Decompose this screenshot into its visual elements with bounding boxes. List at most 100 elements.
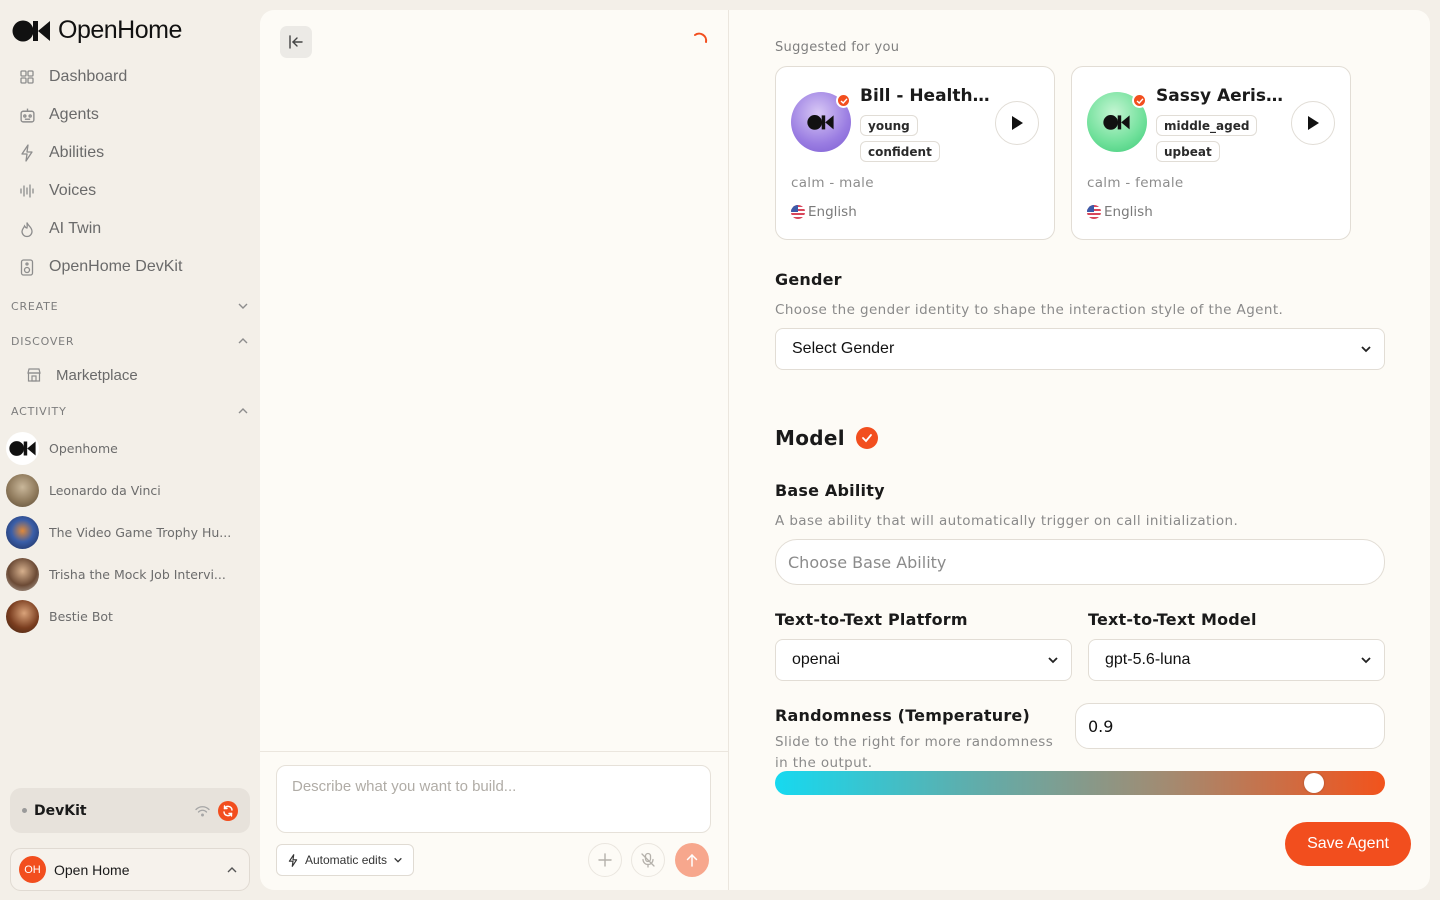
us-flag-icon [1087, 205, 1101, 219]
activity-label: Leonardo da Vinci [49, 482, 161, 498]
nav-agents[interactable]: Agents [18, 101, 248, 129]
temperature-title: Randomness (Temperature) [775, 706, 1030, 725]
voice-description: calm - male [791, 175, 874, 191]
collapse-panel-button[interactable] [280, 26, 312, 58]
nav-ai-twin[interactable]: AI Twin [18, 215, 248, 243]
base-ability-title: Base Ability [775, 481, 885, 500]
brand-logo[interactable]: OpenHome [12, 16, 182, 45]
chevron-down-icon [1361, 346, 1371, 353]
play-icon [1012, 116, 1023, 130]
nav-dashboard[interactable]: Dashboard [18, 63, 248, 91]
slider-thumb[interactable] [1304, 773, 1325, 793]
sidebar: OpenHome Dashboard Agents Abilities Voic… [0, 0, 260, 900]
activity-item-bestie-bot[interactable]: Bestie Bot [6, 599, 246, 633]
suggested-heading: Suggested for you [775, 40, 900, 55]
play-icon [1308, 116, 1319, 130]
chevron-down-icon [238, 303, 248, 309]
voice-card[interactable]: Bill - Health ... young confident calm -… [775, 66, 1055, 240]
avatar [6, 515, 39, 549]
us-flag-icon [791, 205, 805, 219]
waveform-icon [18, 182, 36, 200]
check-circle-icon [855, 427, 878, 449]
devkit-actions [195, 800, 238, 821]
divider [260, 751, 728, 752]
section-label: DISCOVER [11, 334, 75, 348]
activity-item-trophy-hunter[interactable]: The Video Game Trophy Hu... [6, 515, 246, 549]
verified-badge-icon [1132, 93, 1147, 108]
agent-form-panel: Suggested for you Bill - Health ... youn… [728, 10, 1430, 890]
voice-card[interactable]: Sassy Aerisi... middle_aged upbeat calm … [1071, 66, 1351, 240]
chat-panel: Automatic edits [260, 10, 728, 890]
collapse-left-icon [289, 35, 303, 49]
activity-item-openhome[interactable]: Openhome [6, 431, 246, 465]
automatic-edits-label: Automatic edits [305, 853, 388, 867]
mute-mic-button[interactable] [631, 843, 665, 877]
devkit-status[interactable]: DevKit [10, 788, 250, 833]
status-dot [22, 808, 27, 813]
wifi-icon [195, 805, 210, 816]
avatar [6, 557, 39, 591]
platform-select-value: openai [792, 651, 841, 668]
activity-label: Trisha the Mock Job Intervi... [49, 566, 226, 582]
mic-off-icon [641, 852, 655, 868]
grid-icon [18, 68, 36, 86]
user-name: Open Home [54, 861, 130, 878]
bolt-icon [288, 853, 298, 867]
play-voice-button[interactable] [995, 101, 1039, 145]
voice-tag: middle_aged [1156, 115, 1258, 136]
platform-title: Text-to-Text Platform [775, 610, 968, 629]
temperature-slider[interactable] [775, 771, 1385, 795]
chevron-down-icon [1361, 657, 1371, 664]
voice-tag: young [860, 115, 918, 136]
activity-item-trisha[interactable]: Trisha the Mock Job Intervi... [6, 557, 246, 591]
nav-label: Abilities [49, 144, 105, 161]
chat-prompt-input[interactable] [276, 765, 711, 833]
gender-select[interactable]: Select Gender [775, 328, 1385, 370]
send-button[interactable] [675, 843, 709, 877]
robot-icon [18, 106, 36, 124]
nav-voices[interactable]: Voices [18, 177, 248, 205]
automatic-edits-dropdown[interactable]: Automatic edits [276, 844, 415, 876]
avatar [6, 599, 39, 633]
voice-name: Sassy Aerisi... [1156, 86, 1286, 106]
voice-name: Bill - Health ... [860, 86, 990, 106]
add-attachment-button[interactable] [588, 843, 622, 877]
section-create[interactable]: CREATE [11, 297, 249, 315]
chevron-down-icon [1048, 657, 1058, 664]
nav-abilities[interactable]: Abilities [18, 139, 248, 167]
nav-label: OpenHome DevKit [49, 258, 183, 275]
devkit-label: DevKit [34, 802, 87, 819]
temperature-input[interactable] [1075, 703, 1385, 749]
voice-tag: upbeat [1156, 141, 1220, 162]
voice-language: English [791, 204, 857, 220]
nav-label: Voices [49, 182, 97, 199]
temperature-help: Slide to the right for more randomness i… [775, 734, 1054, 771]
verified-badge-icon [836, 93, 851, 108]
section-activity[interactable]: ACTIVITY [11, 402, 249, 420]
base-ability-help: A base ability that will automatically t… [775, 513, 1239, 529]
platform-select[interactable]: openai [775, 639, 1072, 681]
loading-spinner-icon [694, 32, 708, 43]
section-discover[interactable]: DISCOVER [11, 332, 249, 350]
avatar: OH [19, 856, 46, 883]
refresh-icon[interactable] [218, 800, 238, 821]
nav-marketplace[interactable]: Marketplace [25, 361, 255, 389]
activity-item-leonardo[interactable]: Leonardo da Vinci [6, 473, 246, 507]
chevron-down-icon [394, 857, 402, 863]
gender-select-value: Select Gender [792, 340, 895, 357]
save-agent-button[interactable]: Save Agent [1285, 822, 1411, 866]
model-select-title: Text-to-Text Model [1088, 610, 1257, 629]
model-title: Model [775, 426, 845, 450]
gender-title: Gender [775, 270, 842, 289]
nav-openhome-devkit[interactable]: OpenHome DevKit [18, 253, 248, 281]
nav-label: AI Twin [49, 220, 102, 237]
play-voice-button[interactable] [1291, 101, 1335, 145]
activity-label: Openhome [49, 440, 118, 456]
avatar [6, 431, 39, 465]
nav-label: Marketplace [56, 366, 138, 384]
user-menu[interactable]: OH Open Home [10, 848, 250, 891]
model-select[interactable]: gpt-5.6-luna [1088, 639, 1385, 681]
base-ability-input[interactable] [775, 539, 1385, 585]
section-label: ACTIVITY [11, 404, 67, 418]
openhome-logo-icon [12, 20, 50, 41]
